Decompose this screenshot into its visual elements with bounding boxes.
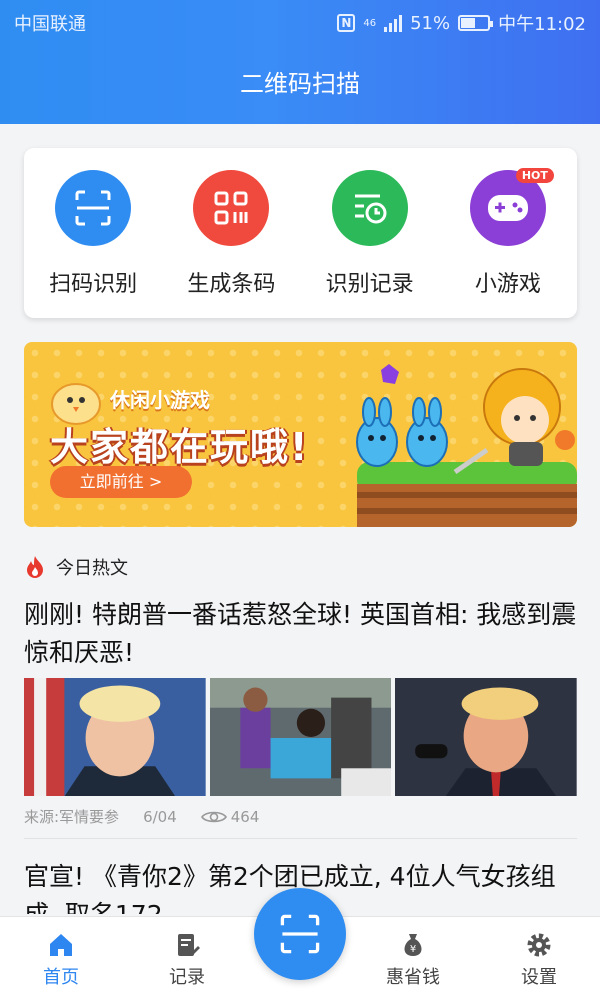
game-characters-illustration xyxy=(356,364,577,527)
games-banner[interactable]: 休闲小游戏 大家都在玩哦! 立即前往 > xyxy=(24,342,577,527)
article-views: 464 xyxy=(230,807,260,826)
nfc-icon: N xyxy=(337,14,356,32)
shortcut-label: 生成条码 xyxy=(187,272,276,297)
article-date: 6/04 xyxy=(143,807,177,826)
go-now-button[interactable]: 立即前往 > xyxy=(50,466,192,498)
network-type: 46 xyxy=(363,17,377,29)
shortcut-card: 扫码识别 生成条码 识别记录 HOT 小游戏 xyxy=(24,148,577,318)
thumbnail-image xyxy=(209,678,392,796)
history-icon xyxy=(331,170,408,246)
tab-label: 记录 xyxy=(169,967,205,988)
shortcut-label: 识别记录 xyxy=(325,272,414,297)
article-title[interactable]: 刚刚! 特朗普一番话惹怒全球! 英国首相: 我感到震惊和厌恶! xyxy=(24,596,577,672)
fire-icon xyxy=(27,556,43,578)
battery-percent: 51% xyxy=(410,12,451,34)
carrier-name: 中国联通 xyxy=(14,14,86,35)
header: 中国联通 N 46 51% 中午11:02 二维码扫描 xyxy=(0,0,600,124)
shortcut-label: 小游戏 xyxy=(474,272,541,297)
qrcode-icon xyxy=(193,170,270,246)
battery-icon xyxy=(458,15,494,31)
tab-label: 惠省钱 xyxy=(386,967,440,988)
tab-home[interactable]: 首页 xyxy=(6,931,116,989)
money-bag-icon: ¥ xyxy=(404,934,422,956)
shortcut-generate[interactable]: 生成条码 xyxy=(162,148,300,318)
shortcut-label: 扫码识别 xyxy=(49,272,138,297)
shortcut-history[interactable]: 识别记录 xyxy=(301,148,439,318)
hot-section-title: 今日热文 xyxy=(56,558,128,579)
tab-label: 首页 xyxy=(43,967,79,988)
shortcut-scan[interactable]: 扫码识别 xyxy=(24,148,162,318)
eye-icon xyxy=(200,811,227,822)
gear-icon xyxy=(527,933,551,957)
thumbnail-image xyxy=(395,678,578,796)
records-icon xyxy=(178,934,200,956)
scan-icon xyxy=(280,914,320,954)
tab-label: 设置 xyxy=(521,967,557,988)
shortcut-games[interactable]: HOT 小游戏 xyxy=(439,148,577,318)
hot-articles-header: 今日热文 xyxy=(24,554,128,580)
article-meta: 来源:军情要参 6/04 464 xyxy=(24,806,259,827)
tab-save-money[interactable]: ¥ 惠省钱 xyxy=(358,931,468,989)
banner-subtitle: 休闲小游戏 xyxy=(110,388,210,412)
thumbnail-image xyxy=(24,678,206,796)
gamepad-icon: HOT xyxy=(469,168,554,246)
tab-records[interactable]: 记录 xyxy=(132,931,242,989)
home-icon xyxy=(50,934,72,956)
page-title: 二维码扫描 xyxy=(240,70,360,98)
scan-icon xyxy=(55,170,132,246)
scan-button[interactable] xyxy=(254,888,346,980)
clock: 中午11:02 xyxy=(498,14,586,35)
hot-badge: HOT xyxy=(515,168,554,183)
article-source: 来源:军情要参 xyxy=(24,808,120,826)
article-thumbnails[interactable] xyxy=(24,678,578,796)
signal-icon xyxy=(384,14,403,32)
banner-headline: 大家都在玩哦! xyxy=(50,425,310,469)
svg-text:¥: ¥ xyxy=(410,944,416,955)
status-bar: 中国联通 N 46 51% 中午11:02 xyxy=(0,0,600,40)
tab-settings[interactable]: 设置 xyxy=(484,931,594,989)
divider xyxy=(24,838,577,839)
